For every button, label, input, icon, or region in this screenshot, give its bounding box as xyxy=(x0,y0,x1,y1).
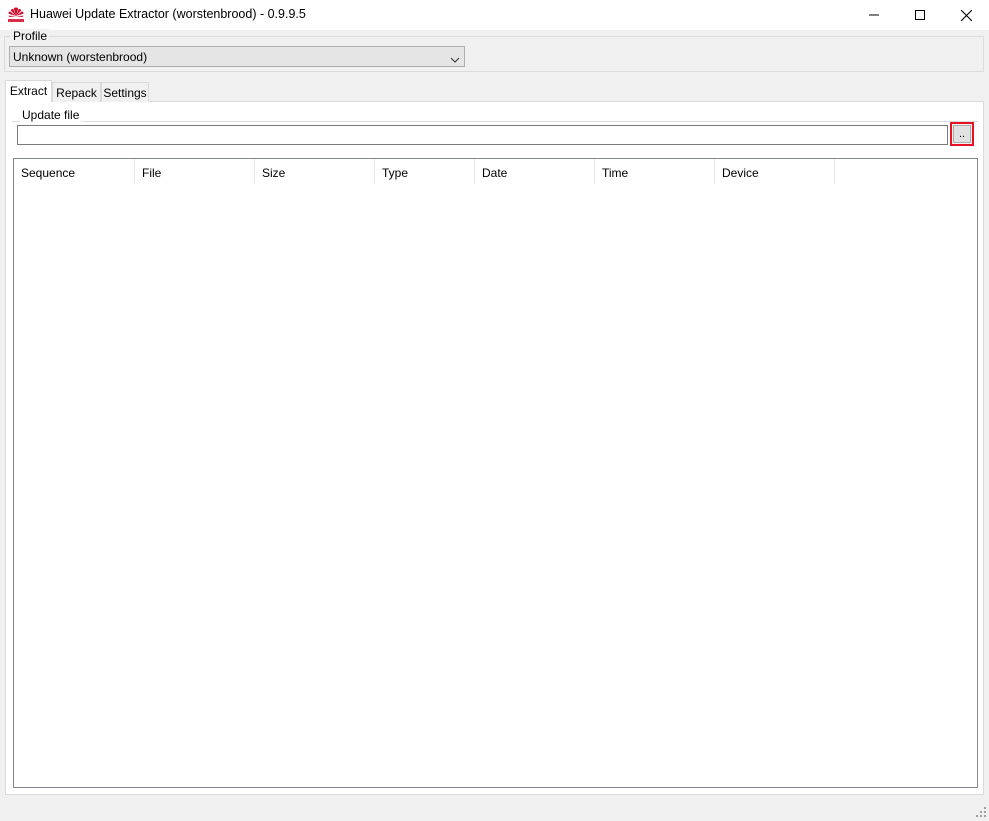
chevron-down-icon xyxy=(450,53,460,67)
column-header-device[interactable]: Device xyxy=(715,159,835,184)
update-file-legend: Update file xyxy=(20,108,82,122)
tab-repack[interactable]: Repack xyxy=(52,82,101,102)
status-bar xyxy=(0,797,989,820)
column-header-file[interactable]: File xyxy=(135,159,255,184)
tab-extract[interactable]: Extract xyxy=(5,80,52,102)
update-file-input[interactable] xyxy=(17,125,948,145)
resize-grip-icon[interactable] xyxy=(975,806,987,818)
maximize-button[interactable] xyxy=(897,0,943,30)
maximize-icon xyxy=(915,10,925,20)
column-header-type[interactable]: Type xyxy=(375,159,475,184)
title-bar[interactable]: Huawei Update Extractor (worstenbrood) -… xyxy=(0,0,989,30)
huawei-logo-icon xyxy=(7,6,25,24)
browse-button-label: .. xyxy=(953,125,971,143)
tab-settings[interactable]: Settings xyxy=(101,82,149,102)
minimize-button[interactable] xyxy=(851,0,897,30)
column-header-date[interactable]: Date xyxy=(475,159,595,184)
column-header-sequence[interactable]: Sequence xyxy=(14,159,135,184)
window-title: Huawei Update Extractor (worstenbrood) -… xyxy=(30,7,306,21)
list-header: Sequence File Size Type Date Time Device xyxy=(14,159,835,184)
column-header-size[interactable]: Size xyxy=(255,159,375,184)
file-list-view[interactable]: Sequence File Size Type Date Time Device xyxy=(13,158,978,788)
profile-legend: Profile xyxy=(11,29,50,43)
close-button[interactable] xyxy=(943,0,989,30)
column-header-time[interactable]: Time xyxy=(595,159,715,184)
minimize-icon xyxy=(869,10,879,20)
profile-select[interactable]: Unknown (worstenbrood) xyxy=(9,46,465,67)
browse-button[interactable]: .. xyxy=(950,122,974,146)
profile-selected-value: Unknown (worstenbrood) xyxy=(13,50,148,64)
close-icon xyxy=(960,9,972,21)
